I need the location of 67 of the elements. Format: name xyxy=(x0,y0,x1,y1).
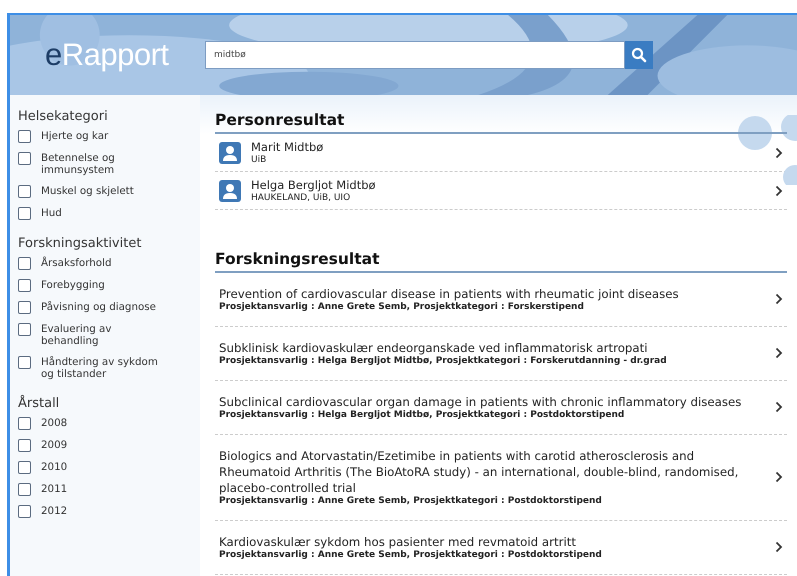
section-heading: Personresultat xyxy=(215,111,787,134)
erapport-logo[interactable]: eRapport xyxy=(45,37,205,73)
filter-heading: Forskningsaktivitet xyxy=(18,236,142,251)
research-result-row[interactable]: Kardiovaskulær sykdom hos pasienter med revmatoid artritt Prosjektansvarlig : Anne Grete Semb, Prosjektkategori : Postdoktorstipend xyxy=(215,521,787,575)
filter-label[interactable]: Påvisning og diagnose xyxy=(41,301,161,313)
checkbox[interactable] xyxy=(18,323,31,336)
person-icon xyxy=(219,142,241,164)
section-heading: Forskningsresultat xyxy=(215,250,787,273)
filter-label[interactable]: 2012 xyxy=(41,505,161,517)
filter-label[interactable]: Muskel og skjelett xyxy=(41,185,161,197)
chevron-right-icon xyxy=(775,471,783,483)
checkbox[interactable] xyxy=(18,461,31,474)
search-button[interactable] xyxy=(625,41,653,69)
checkbox[interactable] xyxy=(18,417,31,430)
filter-label[interactable]: 2011 xyxy=(41,483,161,495)
person-name: Marit Midtbø xyxy=(251,140,324,154)
filter-label[interactable]: Hud xyxy=(41,207,161,219)
chevron-right-icon xyxy=(775,347,783,359)
filter-label[interactable]: Evaluering av behandling xyxy=(41,323,161,347)
project-details: Prosjektansvarlig : Anne Grete Semb, Prosjektkategori : Postdoktorstipend xyxy=(219,550,603,560)
filter-label[interactable]: 2009 xyxy=(41,439,161,451)
checkbox[interactable] xyxy=(18,505,31,518)
filter-label[interactable]: Betennelse og immunsystem xyxy=(41,152,161,176)
research-result-row[interactable]: Prevention of cardiovascular disease in patients with rheumatic joint diseases Prosjektansvarlig : Anne Grete Semb, Prosjektkategori : Forskerstipend xyxy=(215,273,787,327)
person-icon xyxy=(219,180,241,202)
chevron-right-icon xyxy=(775,541,783,553)
checkbox[interactable] xyxy=(18,483,31,496)
project-title: Subklinisk kardiovaskulær endeorganskade ved inflammatorisk artropati xyxy=(219,340,649,356)
filter-label[interactable]: Hjerte og kar xyxy=(41,130,161,142)
checkbox[interactable] xyxy=(18,257,31,270)
person-name: Helga Bergljot Midtbø xyxy=(251,178,377,192)
filter-label[interactable]: Årsaksforhold xyxy=(41,257,161,269)
search-icon xyxy=(631,47,647,63)
project-details: Prosjektansvarlig : Anne Grete Semb, Prosjektkategori : Postdoktorstipend xyxy=(219,496,603,506)
checkbox[interactable] xyxy=(18,356,31,369)
project-details: Prosjektansvarlig : Anne Grete Semb, Prosjektkategori : Forskerstipend xyxy=(219,302,585,312)
chevron-right-icon xyxy=(775,146,783,158)
checkbox[interactable] xyxy=(18,279,31,292)
project-title: Subclinical cardiovascular organ damage in patients with chronic inflammatory diseases xyxy=(219,394,742,410)
filter-label[interactable]: Forebygging xyxy=(41,279,161,291)
project-details: Prosjektansvarlig : Helga Bergljot Midtbø, Prosjektkategori : Postdoktorstipend xyxy=(219,410,626,420)
search-field[interactable]: midtbø xyxy=(205,41,625,69)
chevron-right-icon xyxy=(775,401,783,413)
filter-label[interactable]: Håndtering av sykdom og tilstander xyxy=(41,356,161,380)
person-result-row[interactable]: Helga Bergljot Midtbø HAUKELAND, UiB, UIO xyxy=(215,172,787,210)
checkbox[interactable] xyxy=(18,185,31,198)
project-title: Kardiovaskulær sykdom hos pasienter med revmatoid artritt xyxy=(219,534,577,550)
chevron-right-icon xyxy=(775,184,783,196)
research-result-row[interactable]: Subklinisk kardiovaskulær endeorganskade ved inflammatorisk artropati Prosjektansvarlig : Helga Bergljot Midtbø, Prosjektkategori : Forskerutdanning - dr.grad xyxy=(215,327,787,381)
checkbox[interactable] xyxy=(18,207,31,220)
project-title: Prevention of cardiovascular disease in patients with rheumatic joint diseases xyxy=(219,286,680,302)
filter-heading: Årstall xyxy=(18,396,60,411)
checkbox[interactable] xyxy=(18,301,31,314)
person-affiliation: HAUKELAND, UiB, UIO xyxy=(251,193,352,203)
circles-decoration xyxy=(737,115,797,185)
filter-heading: Helsekategori xyxy=(18,109,109,124)
person-result-row[interactable]: Marit Midtbø UiB xyxy=(215,134,787,172)
checkbox[interactable] xyxy=(18,439,31,452)
person-affiliation: UiB xyxy=(251,155,268,165)
chevron-right-icon xyxy=(775,293,783,305)
filter-label[interactable]: 2010 xyxy=(41,461,161,473)
project-title: Biologics and Atorvastatin/Ezetimibe in patients with carotid atherosclerosis and Rheumatoid Arthritis (The BioAtoRA study) - an international, double-blind, randomised, placebo-controlled trial xyxy=(219,448,740,496)
filter-label[interactable]: 2008 xyxy=(41,417,161,429)
checkbox[interactable] xyxy=(18,130,31,143)
project-details: Prosjektansvarlig : Helga Bergljot Midtbø, Prosjektkategori : Forskerutdanning - dr.grad xyxy=(219,356,668,366)
checkbox[interactable] xyxy=(18,152,31,165)
research-result-row[interactable]: Subclinical cardiovascular organ damage in patients with chronic inflammatory diseases Prosjektansvarlig : Helga Bergljot Midtbø, Prosjektkategori : Postdoktorstipend xyxy=(215,381,787,435)
